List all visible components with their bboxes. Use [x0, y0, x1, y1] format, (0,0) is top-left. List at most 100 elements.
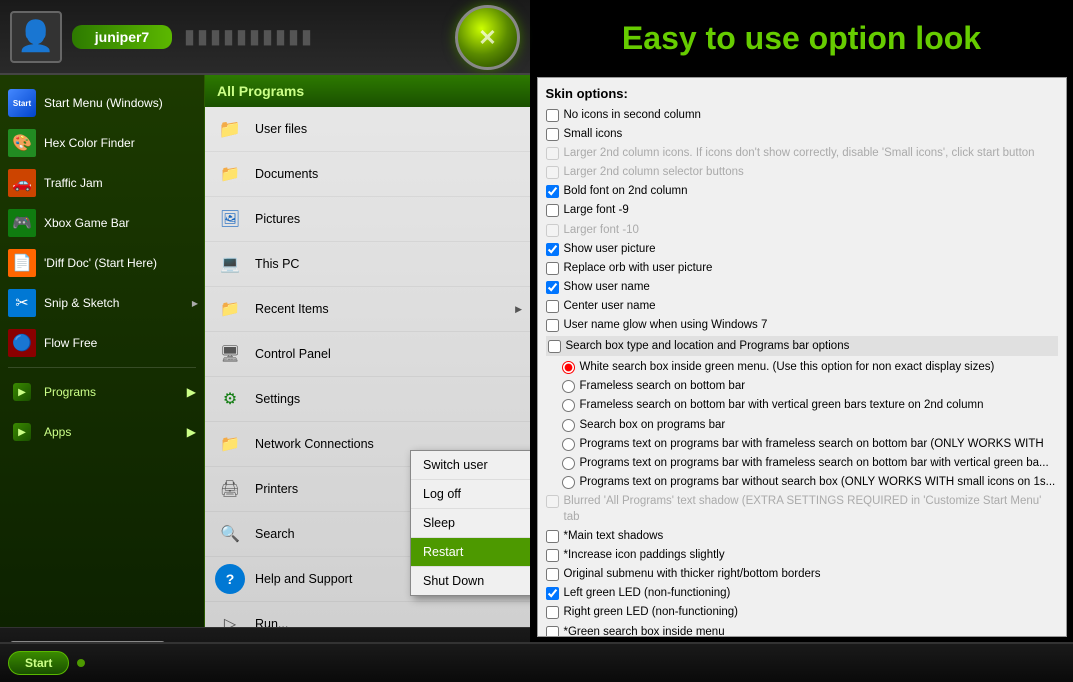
option-radio-opt15[interactable] — [562, 380, 575, 393]
menu-item-settings[interactable]: ⚙Settings — [205, 377, 530, 422]
submenu-item-switchuser[interactable]: Switch user — [411, 451, 530, 480]
skin-option-opt21: Blurred 'All Programs' text shadow (EXTR… — [546, 493, 1058, 525]
skin-option-opt15[interactable]: Frameless search on bottom bar — [546, 378, 1058, 394]
option-label-opt8: Show user picture — [564, 241, 656, 257]
apps-icon: ▶ — [8, 418, 36, 446]
skin-option-opt2[interactable]: Small icons — [546, 126, 1058, 142]
orb-button[interactable]: ✕ — [455, 5, 520, 70]
menu-item-label-run: Run... — [255, 617, 288, 627]
skin-option-opt8[interactable]: Show user picture — [546, 241, 1058, 257]
option-checkbox-opt9[interactable] — [546, 262, 559, 275]
option-checkbox-opt5[interactable] — [546, 185, 559, 198]
submenu-item-sleep[interactable]: Sleep — [411, 509, 530, 538]
menu-item-label-help: Help and Support — [255, 572, 352, 586]
skin-option-opt18[interactable]: Programs text on programs bar with frame… — [546, 436, 1058, 452]
taskbar-top: 👤 juniper7 ▮▮▮▮▮▮▮▮▮▮ ✕ — [0, 0, 530, 75]
option-label-opt22: *Main text shadows — [564, 528, 664, 544]
skin-option-opt27[interactable]: *Green search box inside menu — [546, 624, 1058, 637]
pictures-menu-icon: 🖼 — [215, 204, 245, 234]
option-label-opt24: Original submenu with thicker right/bott… — [564, 566, 821, 582]
skin-option-opt22[interactable]: *Main text shadows — [546, 528, 1058, 544]
option-checkbox-opt1[interactable] — [546, 109, 559, 122]
option-label-opt20: Programs text on programs bar without se… — [580, 474, 1056, 490]
submenu-item-logoff[interactable]: Log off — [411, 480, 530, 509]
option-checkbox-opt7 — [546, 224, 559, 237]
option-radio-opt16[interactable] — [562, 399, 575, 412]
option-checkbox-opt22[interactable] — [546, 530, 559, 543]
documents-menu-icon: 📁 — [215, 159, 245, 189]
sidebar-item-hex[interactable]: 🎨Hex Color Finder — [0, 123, 204, 163]
option-checkbox-opt11[interactable] — [546, 300, 559, 313]
skin-option-opt3: Larger 2nd column icons. If icons don't … — [546, 145, 1058, 161]
menu-item-userfiles[interactable]: 📁User files — [205, 107, 530, 152]
skin-option-opt11[interactable]: Center user name — [546, 298, 1058, 314]
option-radio-opt14[interactable] — [562, 361, 575, 374]
sidebar-item-xbox[interactable]: 🎮Xbox Game Bar — [0, 203, 204, 243]
menu-item-run[interactable]: ▷Run... — [205, 602, 530, 627]
skin-option-opt5[interactable]: Bold font on 2nd column — [546, 183, 1058, 199]
option-checkbox-opt2[interactable] — [546, 128, 559, 141]
skin-options-panel[interactable]: Skin options: No icons in second column S… — [537, 77, 1067, 637]
option-checkbox-opt13[interactable] — [548, 340, 561, 353]
menu-item-label-pictures: Pictures — [255, 212, 300, 226]
menu-item-control[interactable]: 🖥Control Panel — [205, 332, 530, 377]
skin-option-opt19[interactable]: Programs text on programs bar with frame… — [546, 455, 1058, 471]
option-label-opt26: Right green LED (non-functioning) — [564, 604, 739, 620]
submenu-item-shutdown2[interactable]: Shut Down — [411, 567, 530, 595]
option-checkbox-opt8[interactable] — [546, 243, 559, 256]
menu-item-documents[interactable]: 📁Documents — [205, 152, 530, 197]
option-radio-opt17[interactable] — [562, 419, 575, 432]
skin-option-opt13[interactable]: Search box type and location and Program… — [546, 336, 1058, 356]
option-label-opt19: Programs text on programs bar with frame… — [580, 455, 1049, 471]
menu-item-pictures[interactable]: 🖼 Pictures — [205, 197, 530, 242]
option-checkbox-opt24[interactable] — [546, 568, 559, 581]
option-label-opt17: Search box on programs bar — [580, 417, 726, 433]
sidebar-item-flow[interactable]: 🔵Flow Free — [0, 323, 204, 363]
skin-option-opt9[interactable]: Replace orb with user picture — [546, 260, 1058, 276]
sidebar-item-label-programs: Programs — [44, 385, 96, 399]
start-button[interactable]: Start — [8, 651, 69, 675]
sidebar-item-start[interactable]: StartStart Menu (Windows) — [0, 83, 204, 123]
option-checkbox-opt10[interactable] — [546, 281, 559, 294]
skin-option-opt16[interactable]: Frameless search on bottom bar with vert… — [546, 397, 1058, 413]
sidebar-item-traffic[interactable]: 🚗Traffic Jam — [0, 163, 204, 203]
recent-menu-icon: 📁 — [215, 294, 245, 324]
option-checkbox-opt27[interactable] — [546, 626, 559, 637]
menu-item-thispc[interactable]: 💻This PC — [205, 242, 530, 287]
skin-option-opt20[interactable]: Programs text on programs bar without se… — [546, 474, 1058, 490]
snip-icon: ✂ — [8, 289, 36, 317]
skin-option-opt26[interactable]: Right green LED (non-functioning) — [546, 604, 1058, 620]
submenu-item-restart[interactable]: Restart — [411, 538, 530, 567]
menu-item-label-thispc: This PC — [255, 257, 299, 271]
skin-option-opt25[interactable]: Left green LED (non-functioning) — [546, 585, 1058, 601]
shutdown-submenu: Switch userLog offSleepRestartShut Down — [410, 450, 530, 596]
sidebar-item-programs[interactable]: ▶Programs▶ — [0, 372, 204, 412]
skin-option-opt14[interactable]: White search box inside green menu. (Use… — [546, 359, 1058, 375]
skin-option-opt1[interactable]: No icons in second column — [546, 107, 1058, 123]
start-menu-content: StartStart Menu (Windows)🎨Hex Color Find… — [0, 75, 530, 627]
menu-item-recent[interactable]: 📁Recent Items — [205, 287, 530, 332]
hex-icon: 🎨 — [8, 129, 36, 157]
skin-option-opt10[interactable]: Show user name — [546, 279, 1058, 295]
skin-option-opt17[interactable]: Search box on programs bar — [546, 417, 1058, 433]
skin-option-opt24[interactable]: Original submenu with thicker right/bott… — [546, 566, 1058, 582]
skin-option-opt12[interactable]: User name glow when using Windows 7 — [546, 317, 1058, 333]
skin-option-opt6[interactable]: Large font -9 — [546, 202, 1058, 218]
programs-icon: ▶ — [8, 378, 36, 406]
option-checkbox-opt25[interactable] — [546, 587, 559, 600]
sidebar-item-snip[interactable]: ✂Snip & Sketch — [0, 283, 204, 323]
option-radio-opt18[interactable] — [562, 438, 575, 451]
sidebar-item-apps[interactable]: ▶Apps▶ — [0, 412, 204, 452]
option-checkbox-opt26[interactable] — [546, 606, 559, 619]
help-menu-icon: ? — [215, 564, 245, 594]
option-checkbox-opt12[interactable] — [546, 319, 559, 332]
option-radio-opt20[interactable] — [562, 476, 575, 489]
option-checkbox-opt23[interactable] — [546, 549, 559, 562]
skin-options-title: Skin options: — [546, 86, 1058, 101]
sidebar-item-diffdoc[interactable]: 📄'Diff Doc' (Start Here) — [0, 243, 204, 283]
avatar: 👤 — [10, 11, 62, 63]
option-radio-opt19[interactable] — [562, 457, 575, 470]
option-checkbox-opt6[interactable] — [546, 204, 559, 217]
skin-option-opt23[interactable]: *Increase icon paddings slightly — [546, 547, 1058, 563]
menu-item-label-settings: Settings — [255, 392, 300, 406]
